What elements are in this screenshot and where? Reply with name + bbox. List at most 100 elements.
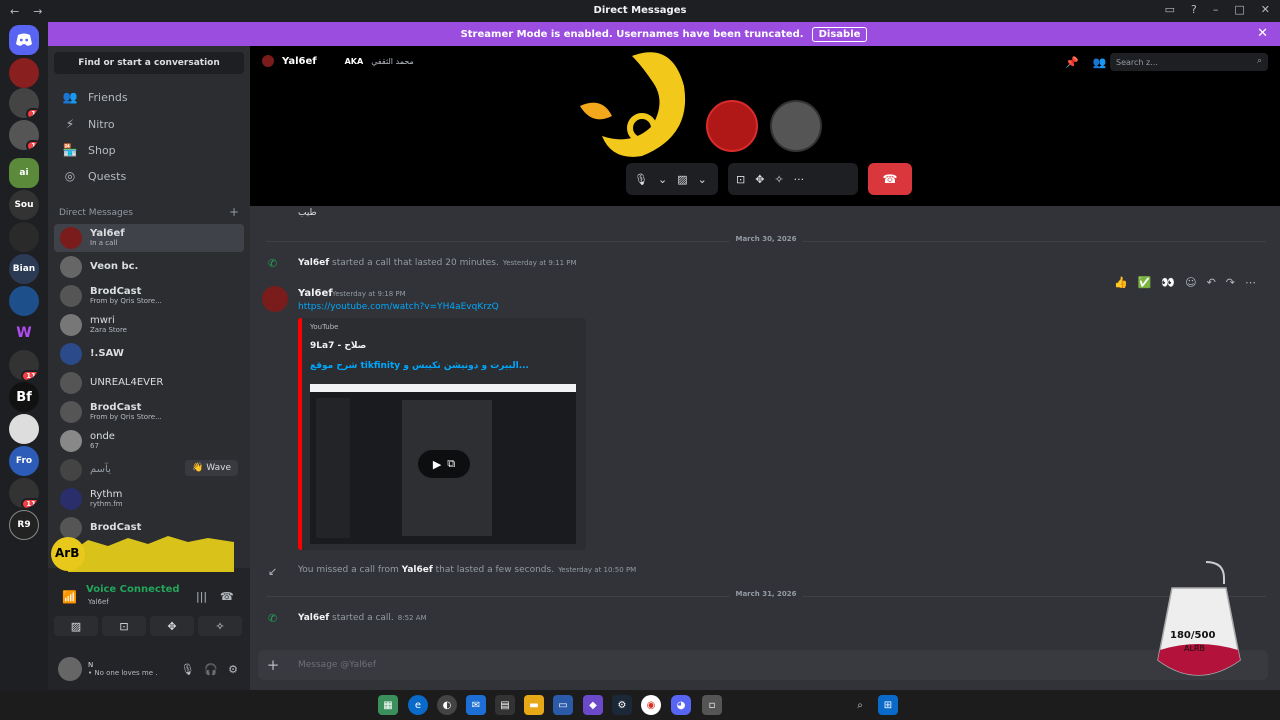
pin-icon[interactable]: 📌 bbox=[1065, 56, 1079, 69]
message-composer[interactable]: + Message @Yal6ef bbox=[258, 650, 1268, 680]
search-icon[interactable]: ⌕ bbox=[850, 695, 870, 715]
attach-plus-icon[interactable]: + bbox=[258, 656, 288, 674]
server-icon[interactable]: Sou bbox=[9, 190, 39, 220]
embed-author[interactable]: 9La7 - صلاح bbox=[310, 341, 366, 351]
end-call-button[interactable]: ☎ bbox=[868, 163, 912, 195]
add-reaction-icon[interactable]: ☺ bbox=[1185, 276, 1196, 289]
server-icon[interactable]: ai bbox=[9, 158, 39, 188]
taskbar-app-icon[interactable]: ▫ bbox=[702, 695, 722, 715]
taskbar-app-icon[interactable]: ◐ bbox=[437, 695, 457, 715]
call-author[interactable]: Yal6ef bbox=[298, 613, 329, 623]
chevron-down-icon[interactable]: ⌄ bbox=[658, 173, 667, 186]
nitro-icon: ⚡ bbox=[65, 117, 75, 131]
video-thumbnail[interactable]: ▶ ⧉ bbox=[310, 384, 576, 544]
voice-connected-status[interactable]: Voice Connected bbox=[86, 584, 180, 595]
activities-button[interactable]: ✥ bbox=[150, 616, 194, 636]
disable-streamer-button[interactable]: Disable bbox=[811, 26, 868, 42]
add-dm-icon[interactable]: + bbox=[229, 205, 239, 219]
search-input[interactable]: Search z... ⌕ bbox=[1110, 53, 1268, 71]
message-author[interactable]: Yal6ef bbox=[298, 288, 333, 299]
eyes-reaction-icon[interactable]: 👀 bbox=[1161, 276, 1175, 289]
thumbs-up-reaction-icon[interactable]: 👍 bbox=[1114, 276, 1128, 289]
call-participant-avatar[interactable] bbox=[770, 100, 822, 152]
server-icon[interactable] bbox=[9, 58, 39, 88]
find-conversation-button[interactable]: Find or start a conversation bbox=[54, 52, 244, 74]
dm-item[interactable]: UNREAL4EVER bbox=[54, 369, 244, 397]
more-options-icon[interactable]: ⋯ bbox=[1245, 276, 1256, 289]
dm-item-yal6ef[interactable]: Yal6ef In a call bbox=[54, 224, 244, 252]
taskbar-app-icon[interactable]: ◆ bbox=[583, 695, 603, 715]
reply-icon[interactable]: ↶ bbox=[1207, 276, 1216, 289]
wave-button[interactable]: 👋 Wave bbox=[185, 460, 238, 476]
nav-friends[interactable]: 👥 Friends bbox=[54, 85, 244, 109]
screen-share-icon[interactable]: ⊡ bbox=[736, 173, 745, 186]
minimize-icon[interactable]: – bbox=[1213, 3, 1219, 16]
chrome-icon[interactable]: ◉ bbox=[641, 695, 661, 715]
windows-start-icon[interactable]: ⊞ bbox=[878, 695, 898, 715]
noise-suppression-icon[interactable]: ||| bbox=[196, 590, 207, 603]
dm-item[interactable]: mwri Zara Store bbox=[54, 311, 244, 339]
edge-icon[interactable]: e bbox=[408, 695, 428, 715]
dm-item[interactable]: BrodCast From by Qris Store... bbox=[54, 282, 244, 310]
more-options-icon[interactable]: ··· bbox=[794, 173, 805, 186]
nav-shop[interactable]: 🏪 Shop bbox=[54, 138, 244, 162]
server-icon[interactable]: 11 bbox=[9, 478, 39, 508]
store-icon[interactable]: ▤ bbox=[495, 695, 515, 715]
help-icon[interactable]: ? bbox=[1191, 3, 1197, 16]
microphone-icon[interactable]: 🎙 bbox=[180, 663, 194, 676]
microphone-icon[interactable]: 🎙 bbox=[634, 173, 648, 186]
dm-item[interactable]: Veon bc. bbox=[54, 253, 244, 281]
taskbar-app-icon[interactable]: ▦ bbox=[378, 695, 398, 715]
discord-home-icon[interactable] bbox=[9, 25, 39, 55]
chevron-down-icon[interactable]: ⌄ bbox=[698, 173, 707, 186]
close-window-icon[interactable]: ✕ bbox=[1261, 3, 1270, 16]
server-icon[interactable]: Bf bbox=[9, 382, 39, 412]
terminal-icon[interactable]: ▭ bbox=[553, 695, 573, 715]
nav-nitro[interactable]: ⚡ Nitro bbox=[54, 112, 244, 136]
dm-item[interactable]: Rythm rythm.fm bbox=[54, 485, 244, 513]
dm-item[interactable]: BrodCast From by Qris Store... bbox=[54, 398, 244, 426]
play-button[interactable]: ▶ ⧉ bbox=[418, 450, 470, 478]
avatar[interactable] bbox=[262, 286, 288, 312]
screen-share-button[interactable]: ⊡ bbox=[102, 616, 146, 636]
server-icon[interactable]: Bian bbox=[9, 254, 39, 284]
missed-author[interactable]: Yal6ef bbox=[402, 565, 433, 575]
call-author[interactable]: Yal6ef bbox=[298, 258, 329, 268]
check-reaction-icon[interactable]: ✅ bbox=[1138, 276, 1152, 289]
recipient-name[interactable]: Yal6ef bbox=[282, 56, 317, 67]
discord-taskbar-icon[interactable]: ◕ bbox=[671, 695, 691, 715]
inbox-icon[interactable]: ▭ bbox=[1165, 3, 1175, 16]
server-icon[interactable]: 1 bbox=[9, 88, 39, 118]
mail-icon[interactable]: ✉ bbox=[466, 695, 486, 715]
avatar[interactable] bbox=[58, 657, 82, 681]
server-icon[interactable]: W bbox=[9, 318, 39, 348]
nav-quests[interactable]: ◎ Quests bbox=[54, 164, 244, 188]
gear-icon[interactable]: ⚙ bbox=[228, 663, 238, 676]
dm-item[interactable]: onde 67 bbox=[54, 427, 244, 455]
add-friends-icon[interactable]: 👥 bbox=[1093, 56, 1107, 69]
server-icon[interactable]: 1 bbox=[9, 120, 39, 150]
activities-icon[interactable]: ✥ bbox=[755, 173, 764, 186]
server-icon[interactable] bbox=[9, 286, 39, 316]
message-link[interactable]: https://youtube.com/watch?v=YH4aEvqKrzQ bbox=[298, 302, 499, 312]
close-icon[interactable]: ✕ bbox=[1257, 26, 1268, 41]
server-icon[interactable] bbox=[9, 414, 39, 444]
headphones-icon[interactable]: 🎧 bbox=[204, 663, 218, 676]
disconnect-icon[interactable]: ☎ bbox=[220, 590, 234, 603]
steam-icon[interactable]: ⚙ bbox=[612, 695, 632, 715]
server-icon[interactable]: 11 bbox=[9, 350, 39, 380]
camera-off-icon[interactable]: ▨ bbox=[677, 173, 687, 186]
soundboard-icon[interactable]: ✧ bbox=[774, 173, 783, 186]
folder-icon[interactable]: ▬ bbox=[524, 695, 544, 715]
dm-item[interactable]: !.SAW bbox=[54, 340, 244, 368]
call-participant-avatar[interactable] bbox=[706, 100, 758, 152]
soundboard-button[interactable]: ✧ bbox=[198, 616, 242, 636]
forward-icon[interactable]: ↷ bbox=[1226, 276, 1235, 289]
dm-item[interactable]: يآسم 👋 Wave bbox=[54, 456, 244, 484]
video-off-button[interactable]: ▨ bbox=[54, 616, 98, 636]
server-icon[interactable]: Fro bbox=[9, 446, 39, 476]
server-icon[interactable]: R9 bbox=[9, 510, 39, 540]
embed-title[interactable]: شرح موقع tikfinity البيرت و دونيشن تكيبس… bbox=[310, 361, 529, 371]
server-icon[interactable] bbox=[9, 222, 39, 252]
maximize-icon[interactable]: □ bbox=[1234, 3, 1244, 16]
